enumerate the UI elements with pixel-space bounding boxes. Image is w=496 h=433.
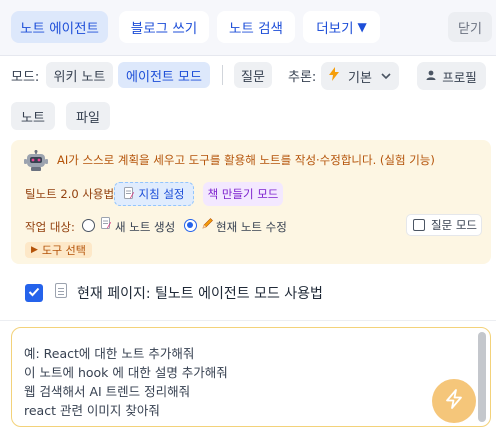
document-icon: [55, 283, 67, 298]
checkmark-icon: [28, 286, 40, 301]
prompt-placeholder: 예: React에 대한 노트 추가해줘 이 노트에 hook 에 대한 설명 …: [24, 344, 228, 420]
close-button[interactable]: 닫기: [448, 12, 492, 42]
tab-label: 블로그 쓰기: [130, 21, 198, 37]
tab-more[interactable]: 더보기 ▼: [303, 11, 380, 43]
tab-note-agent[interactable]: 노트 에이전트: [11, 11, 108, 43]
mode-row: 모드: 위키 노트 에이전트 모드 질문 추론: 기본 프로필: [0, 62, 496, 92]
radio-edit-current-note-label: 현재 노트 수정: [216, 220, 287, 234]
reasoning-label: 추론:: [288, 69, 317, 85]
send-button[interactable]: [432, 379, 476, 423]
pencil-icon: [202, 217, 214, 232]
send-lightning-icon: [445, 389, 463, 413]
tab-label: 노트 검색: [229, 21, 283, 37]
tool-select-label: 도구 선택: [41, 244, 86, 257]
divider: [0, 320, 496, 321]
user-icon: [426, 70, 436, 83]
placeholder-line-4: react 관련 이미지 찾아줘: [24, 403, 160, 418]
current-page-row[interactable]: 현재 페이지: 틸노트 에이전트 모드 사용법: [11, 274, 491, 312]
current-page-checkbox[interactable]: [25, 284, 43, 302]
radio-new-note[interactable]: [82, 219, 95, 232]
tab-label: 노트 에이전트: [20, 21, 99, 37]
question-button[interactable]: 질문: [234, 62, 272, 88]
radio-new-note-label: 새 노트 생성: [115, 220, 176, 234]
book-mode-button[interactable]: 책 만들기 모드: [203, 182, 283, 206]
reasoning-value: 기본: [348, 70, 372, 86]
top-tab-bar: 노트 에이전트 블로그 쓰기 노트 검색 더보기 ▼ 닫기: [0, 0, 496, 56]
reasoning-select[interactable]: 기본: [321, 62, 399, 90]
mode-label: 모드:: [11, 69, 40, 85]
question-mode-checkbox[interactable]: 질문 모드: [406, 214, 482, 236]
new-note-icon: [101, 217, 111, 232]
robot-icon: [24, 150, 48, 176]
prompt-input[interactable]: 예: React에 대한 노트 추가해줘 이 노트에 hook 에 대한 설명 …: [11, 327, 491, 427]
mode-agent-button[interactable]: 에이전트 모드: [118, 62, 210, 88]
placeholder-line-3: 웹 검색해서 AI 트렌드 정리해줘: [24, 384, 191, 399]
lightning-icon: [329, 67, 339, 85]
mode-wiki-note-button[interactable]: 위키 노트: [46, 62, 113, 88]
tab-note-search[interactable]: 노트 검색: [217, 11, 295, 43]
guide-link[interactable]: 틸노트 2.0 사용법: [25, 186, 114, 202]
target-label: 작업 대상:: [25, 220, 75, 234]
triangle-down-icon: ▼: [357, 20, 367, 34]
document-pencil-icon: [123, 186, 134, 202]
guide-settings-label: 지침 설정: [138, 187, 185, 201]
placeholder-line-1: 예: React에 대한 노트 추가해줘: [24, 346, 195, 361]
file-tab-button[interactable]: 파일: [66, 102, 110, 130]
placeholder-line-2: 이 노트에 hook 에 대한 설명 추가해줘: [24, 365, 228, 380]
question-mode-label: 질문 모드: [431, 218, 477, 232]
triangle-right-icon: ▶: [31, 245, 38, 255]
divider: [222, 65, 223, 85]
checkbox[interactable]: [413, 219, 425, 231]
guide-settings-button[interactable]: 지침 설정: [114, 182, 194, 206]
agent-panel: AI가 스스로 계획을 세우고 도구를 활용해 노트를 작성·수정합니다. (실…: [11, 140, 491, 264]
scrollbar[interactable]: [478, 332, 486, 422]
profile-button[interactable]: 프로필: [417, 62, 486, 90]
radio-edit-current-note[interactable]: [184, 219, 197, 232]
tab-blog-write[interactable]: 블로그 쓰기: [119, 11, 209, 43]
profile-label: 프로필: [442, 69, 477, 85]
tab-label: 더보기: [316, 21, 354, 37]
note-tab-button[interactable]: 노트: [11, 102, 55, 130]
tool-select-button[interactable]: ▶ 도구 선택: [25, 242, 92, 258]
chevron-down-icon: [381, 70, 391, 83]
current-page-text: 현재 페이지: 틸노트 에이전트 모드 사용법: [77, 286, 323, 302]
agent-description: AI가 스스로 계획을 세우고 도구를 활용해 노트를 작성·수정합니다. (실…: [57, 153, 435, 167]
